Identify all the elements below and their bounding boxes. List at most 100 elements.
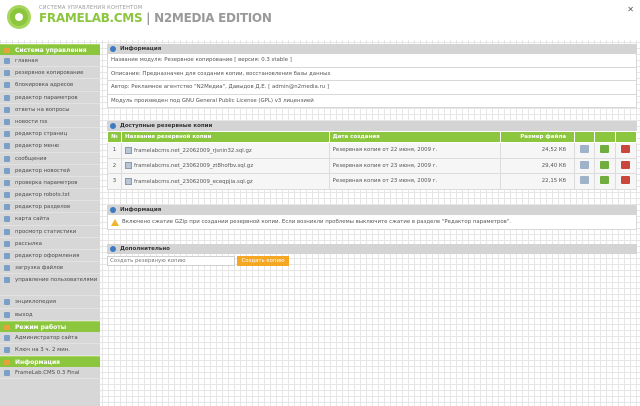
sidebar-item-rss[interactable]: новости rss <box>0 116 100 129</box>
delete-icon[interactable] <box>621 176 631 185</box>
row-filename[interactable]: framelabcms.net_23062009_eceqpjia.sql.gz <box>120 173 330 190</box>
delete-cell[interactable] <box>614 173 638 190</box>
row-num: 1 <box>107 142 122 159</box>
faq-icon <box>4 106 10 113</box>
backup-name-input[interactable] <box>107 256 235 266</box>
archive-icon <box>124 146 132 154</box>
archive-icon <box>124 177 132 185</box>
delete-cell[interactable] <box>614 157 638 174</box>
sidebar-item-block[interactable]: блокировка адресов <box>0 79 100 92</box>
sidebar: Система управления главная резервное коп… <box>0 44 100 406</box>
logo-edition: | N2MEDIA EDITION <box>142 11 272 25</box>
close-button[interactable]: ✕ <box>627 5 634 14</box>
restore-cell[interactable] <box>594 142 616 159</box>
sidebar-item-label: управление пользователями <box>15 277 98 284</box>
row-size: 24,52 Кб <box>500 142 576 159</box>
row-size: 22,15 Кб <box>500 173 576 190</box>
sidebar-item-messages[interactable]: сообщения <box>0 153 100 165</box>
module-author-row: Автор: Рекламное агентство "N2Медиа", Да… <box>107 81 637 95</box>
delete-icon[interactable] <box>621 145 631 154</box>
stats-icon <box>4 228 10 235</box>
sidebar-item-label: выход <box>15 311 33 318</box>
extra-panel: Дополнительно Создать копию <box>107 244 637 268</box>
panel-title: Дополнительно <box>120 246 170 252</box>
row-size: 29,40 Кб <box>500 157 576 174</box>
col-action-1 <box>574 131 596 143</box>
info-icon <box>110 246 116 252</box>
row-filename[interactable]: framelabcms.net_23062009_zt8hofbv.sql.gz <box>120 157 330 174</box>
col-action-3 <box>614 131 638 143</box>
backup-icon <box>4 70 10 77</box>
sidebar-item-label: редактор страниц <box>15 131 68 138</box>
info-icon <box>4 370 10 377</box>
sidebar-section-system: Система управления <box>0 44 100 55</box>
sidebar-item-label: карта сайта <box>15 216 50 223</box>
rss-icon <box>4 118 10 125</box>
sidebar-item-version: FrameLab.CMS 0.3 Final <box>0 367 100 380</box>
sidebar-item-logout[interactable]: выход <box>0 309 100 321</box>
download-cell[interactable] <box>574 173 596 190</box>
sidebar-item-label: редактор оформления <box>15 253 80 259</box>
logo-brand: FRAMELAB.CMS <box>39 11 143 25</box>
restore-icon[interactable] <box>600 160 610 169</box>
sidebar-item-design[interactable]: редактор оформления <box>0 250 100 263</box>
info-icon <box>110 46 116 52</box>
notice-header: Информация <box>107 205 637 215</box>
home-icon <box>4 58 10 64</box>
backups-table: № Название резервной копии Дата создания… <box>107 131 638 190</box>
sidebar-item-label: блокировка адресов <box>15 82 74 89</box>
module-description-row: Описание: Предназначен для создания копи… <box>107 67 637 81</box>
upload-icon <box>4 265 10 272</box>
sidebar-item-sections[interactable]: редактор разделов <box>0 201 100 214</box>
sidebar-item-sitemap[interactable]: карта сайта <box>0 213 100 226</box>
sidebar-item-stats[interactable]: просмотр статистики <box>0 226 100 238</box>
download-icon[interactable] <box>580 145 590 154</box>
sidebar-item-params[interactable]: редактор параметров <box>0 92 100 104</box>
download-icon[interactable] <box>580 160 590 169</box>
sidebar-item-label: сообщения <box>15 155 47 162</box>
sidebar-item-encyclopedia[interactable]: энциклопедия <box>0 296 100 309</box>
sidebar-item-robots[interactable]: редактор robots.txt <box>0 189 100 202</box>
sidebar-item-mailing[interactable]: рассылка <box>0 238 100 250</box>
check-icon <box>4 179 10 186</box>
sidebar-item-home[interactable]: главная <box>0 55 100 68</box>
logout-icon <box>4 311 10 318</box>
info-icon <box>110 207 116 213</box>
download-cell[interactable] <box>574 142 596 159</box>
sidebar-item-label: редактор меню <box>15 143 60 150</box>
restore-cell[interactable] <box>594 157 616 174</box>
block-icon <box>4 82 10 89</box>
sidebar-item-users[interactable]: управление пользователями <box>0 274 100 297</box>
logo-title: FRAMELAB.CMS | N2MEDIA EDITION <box>39 11 272 25</box>
sidebar-item-news[interactable]: редактор новостей <box>0 165 100 177</box>
sidebar-item-admin: Администратор сайта <box>0 332 100 344</box>
module-name-row: Название модуля: Резервное копирование [… <box>107 54 637 68</box>
mail-icon <box>4 240 10 247</box>
col-num: № <box>107 131 122 143</box>
panel-title: Доступные резервные копии <box>120 123 213 129</box>
restore-icon[interactable] <box>600 145 610 154</box>
sidebar-section-info: Информация <box>0 356 100 368</box>
sidebar-item-backup[interactable]: резервное копирование <box>0 67 100 80</box>
row-filename[interactable]: framelabcms.net_22062009_rjsnin32.sql.gz <box>120 142 330 159</box>
sidebar-item-check[interactable]: проверка параметров <box>0 177 100 190</box>
delete-cell[interactable] <box>614 142 638 159</box>
download-cell[interactable] <box>574 157 596 174</box>
sidebar-item-pages[interactable]: редактор страниц <box>0 128 100 141</box>
admin-icon <box>4 334 10 341</box>
sitemap-icon <box>4 216 10 223</box>
delete-icon[interactable] <box>621 160 631 169</box>
sidebar-item-menu[interactable]: редактор меню <box>0 140 100 153</box>
sidebar-item-upload[interactable]: загрузка файлов <box>0 262 100 275</box>
users-icon <box>4 277 10 284</box>
table-row: 1 framelabcms.net_22062009_rjsnin32.sql.… <box>107 142 638 159</box>
download-icon[interactable] <box>580 176 590 185</box>
sidebar-item-faq[interactable]: ответы на вопросы <box>0 104 100 116</box>
sidebar-item-label: просмотр статистики <box>15 228 77 235</box>
restore-icon[interactable] <box>600 176 610 185</box>
sidebar-item-label: новости rss <box>15 118 48 125</box>
create-backup-button[interactable]: Создать копию <box>237 256 289 266</box>
sidebar-item-label: FrameLab.CMS 0.3 Final <box>15 370 80 377</box>
create-backup-form: Создать копию <box>107 256 637 268</box>
restore-cell[interactable] <box>594 173 616 190</box>
